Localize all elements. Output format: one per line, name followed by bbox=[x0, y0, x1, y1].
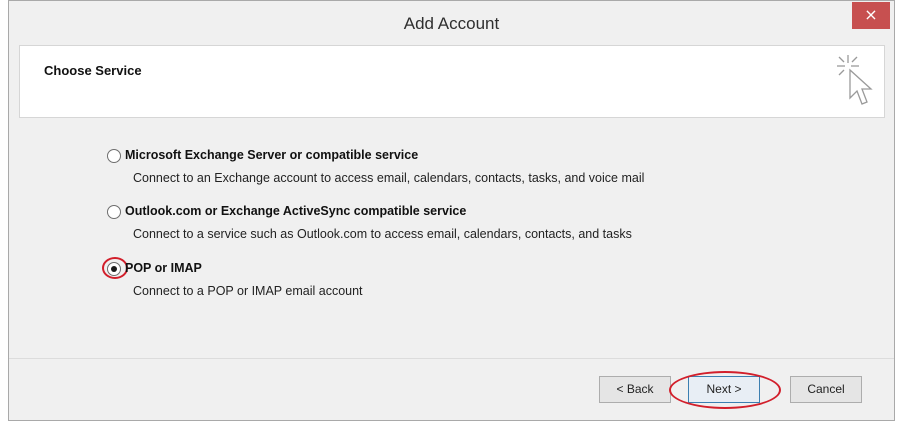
add-account-dialog: Add Account × Choose Service Microsoft E… bbox=[8, 0, 895, 421]
title-bar: Add Account × bbox=[9, 1, 894, 45]
option-description: Connect to an Exchange account to access… bbox=[133, 171, 645, 185]
outlook-com-radio[interactable] bbox=[107, 205, 121, 219]
footer-divider bbox=[9, 358, 894, 359]
option-label: Outlook.com or Exchange ActiveSync compa… bbox=[125, 204, 467, 218]
back-button[interactable]: < Back bbox=[599, 376, 671, 403]
option-label: Microsoft Exchange Server or compatible … bbox=[125, 148, 419, 162]
exchange-radio[interactable] bbox=[107, 149, 121, 163]
wizard-header: Choose Service bbox=[19, 45, 885, 118]
window-title: Add Account bbox=[403, 14, 500, 33]
option-label: POP or IMAP bbox=[125, 261, 202, 275]
option-description: Connect to a service such as Outlook.com… bbox=[133, 227, 632, 241]
next-highlight-annotation bbox=[669, 371, 781, 409]
option-description: Connect to a POP or IMAP email account bbox=[133, 284, 363, 298]
close-button[interactable]: × bbox=[852, 2, 890, 29]
wizard-cursor-icon bbox=[837, 55, 873, 105]
cancel-button[interactable]: Cancel bbox=[790, 376, 862, 403]
page-title: Choose Service bbox=[44, 63, 142, 78]
